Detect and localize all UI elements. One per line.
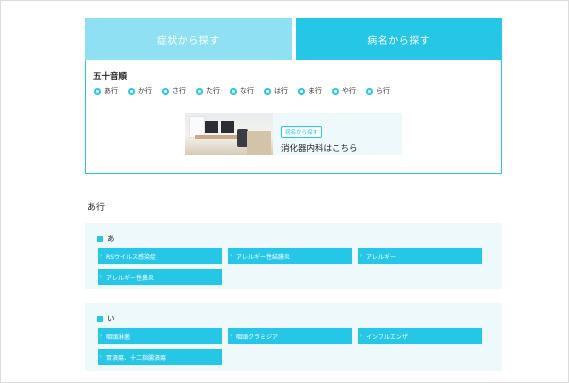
radio-icon	[162, 87, 169, 95]
radio-icon	[196, 87, 203, 95]
tab-disease[interactable]: 病名から探す	[295, 18, 502, 60]
disease-link[interactable]: › 胃潰瘍、十二指腸潰瘍	[98, 349, 222, 365]
square-bullet-icon	[97, 235, 103, 242]
chevron-right-icon: ›	[100, 333, 102, 339]
radio-icon	[128, 87, 135, 95]
search-tabs: 症状から探す 病名から探す	[85, 18, 502, 60]
row-link-ha[interactable]: は行	[264, 86, 288, 96]
section-heading: あ行	[87, 203, 106, 213]
row-link-a[interactable]: あ行	[94, 86, 118, 96]
disease-link[interactable]: › アレルギー	[358, 248, 482, 264]
clinic-room-photo	[185, 113, 273, 155]
row-link-na[interactable]: な行	[230, 86, 254, 96]
chevron-right-icon: ›	[360, 333, 362, 339]
disease-link[interactable]: › インフルエンザ	[358, 328, 482, 344]
chevron-right-icon: ›	[100, 274, 102, 280]
banner-tag: 病名から探す	[281, 126, 323, 138]
group-heading: あ	[97, 233, 115, 244]
disease-link[interactable]: › アレルギー性鼻炎	[98, 269, 222, 285]
disease-link[interactable]: › RSウイルス感染症	[98, 248, 222, 264]
chevron-right-icon: ›	[230, 253, 232, 259]
row-link-ma[interactable]: ま行	[298, 86, 322, 96]
disease-search-panel: 五十音順 あ行 か行 さ行 た行 な行 は行 ま行 や行 ら行 病名から探す 消…	[85, 60, 502, 174]
index-title: 五十音順	[93, 72, 128, 82]
row-link-sa[interactable]: さ行	[162, 86, 186, 96]
banner-label: 消化器内科はこちら	[281, 144, 358, 154]
kana-row-links: あ行 か行 さ行 た行 な行 は行 ま行 や行 ら行	[94, 86, 400, 96]
square-bullet-icon	[97, 315, 103, 322]
chevron-right-icon: ›	[230, 333, 232, 339]
radio-icon	[264, 87, 271, 95]
radio-icon	[366, 87, 373, 95]
chevron-right-icon: ›	[100, 354, 102, 360]
radio-icon	[94, 87, 101, 95]
chevron-right-icon: ›	[360, 253, 362, 259]
row-link-ya[interactable]: や行	[332, 86, 356, 96]
disease-link[interactable]: › 咽頭淋菌	[98, 328, 222, 344]
chevron-right-icon: ›	[100, 253, 102, 259]
gastro-banner[interactable]: 病名から探す 消化器内科はこちら	[185, 113, 402, 155]
row-link-ra[interactable]: ら行	[366, 86, 390, 96]
tab-symptom[interactable]: 症状から探す	[85, 18, 292, 60]
disease-link[interactable]: › 咽頭クラミジア	[228, 328, 352, 344]
group-a: あ › RSウイルス感染症 › アレルギー性結膜炎 › アレルギー › アレルギー性鼻炎	[85, 223, 502, 289]
radio-icon	[332, 87, 339, 95]
disease-link[interactable]: › アレルギー性結膜炎	[228, 248, 352, 264]
row-link-ta[interactable]: た行	[196, 86, 220, 96]
group-heading: い	[97, 313, 115, 324]
radio-icon	[230, 87, 237, 95]
group-i: い › 咽頭淋菌 › 咽頭クラミジア › インフルエンザ › 胃潰瘍、十二指腸潰瘍	[85, 303, 502, 371]
radio-icon	[298, 87, 305, 95]
row-link-ka[interactable]: か行	[128, 86, 152, 96]
